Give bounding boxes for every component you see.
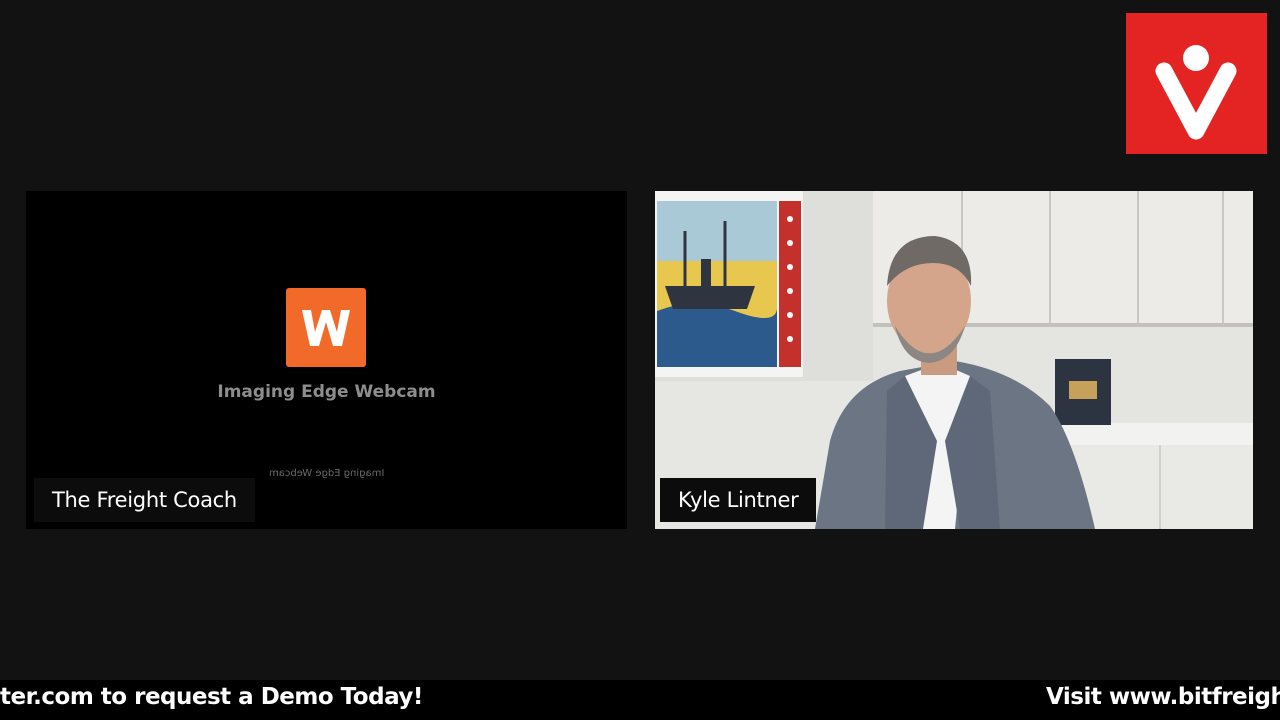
stream-canvas: Imaging Edge Webcam Imaging Edge Webcam … — [0, 0, 1280, 720]
scrolling-ticker: ter.com to request a Demo Today! Visit w… — [0, 680, 1280, 720]
ticker-segment-left: ter.com to request a Demo Today! — [0, 684, 423, 710]
imaging-edge-w-icon — [286, 288, 366, 367]
participant-name-label: Kyle Lintner — [660, 478, 817, 522]
webcam-placeholder-title: Imaging Edge Webcam — [217, 382, 436, 402]
video-tile-kyle-lintner[interactable]: Kyle Lintner — [655, 191, 1253, 529]
video-tile-the-freight-coach[interactable]: Imaging Edge Webcam Imaging Edge Webcam … — [26, 191, 627, 529]
ticker-segment-right: Visit www.bitfreight — [1046, 684, 1280, 710]
participant-name-label: The Freight Coach — [34, 478, 255, 522]
v-person-logo-icon — [1126, 13, 1267, 154]
